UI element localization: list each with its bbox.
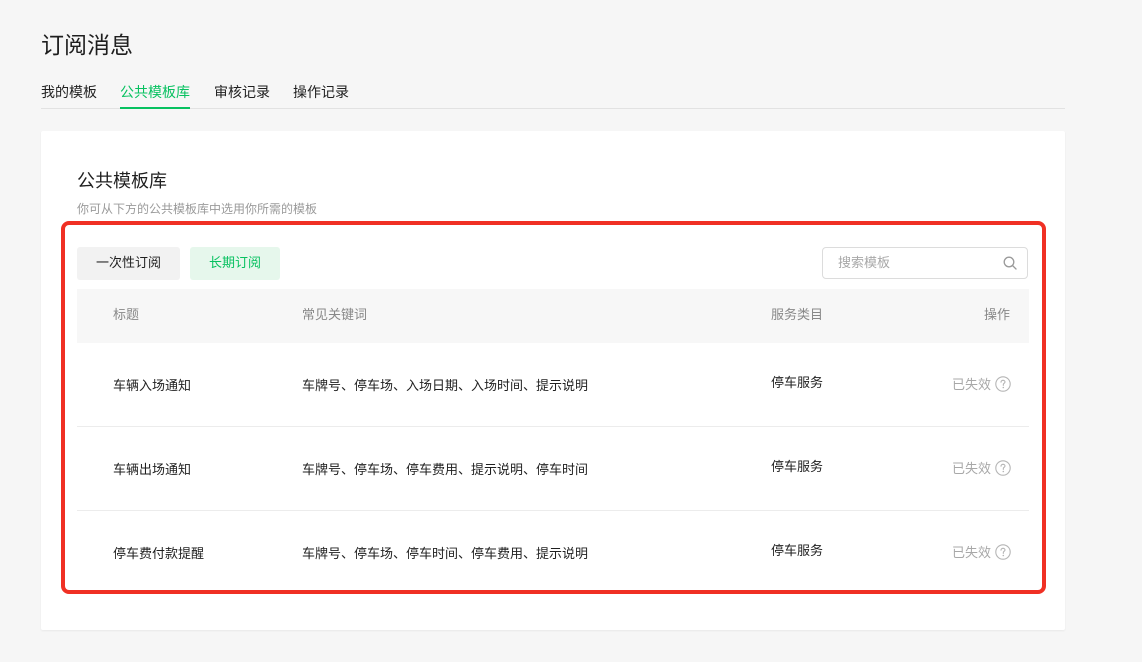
row-title: 车辆入场通知 xyxy=(113,379,192,394)
row-category: 停车服务 xyxy=(771,460,824,475)
row-category: 停车服务 xyxy=(771,376,824,391)
question-circle-icon[interactable] xyxy=(995,459,1011,476)
row-keywords: 车牌号、停车场、停车费用、提示说明、停车时间 xyxy=(302,463,589,478)
tab-my-templates[interactable]: 我的模板 xyxy=(41,80,97,108)
table-header: 标题 常见关键词 服务类目 操作 xyxy=(77,289,1029,343)
page-title: 订阅消息 xyxy=(41,33,133,59)
table-row: 车辆出场通知 车牌号、停车场、停车费用、提示说明、停车时间 停车服务 已失效 xyxy=(77,427,1029,511)
row-action: 已失效 xyxy=(952,458,1011,477)
question-circle-icon[interactable] xyxy=(995,375,1011,392)
table-row: 车辆入场通知 车牌号、停车场、入场日期、入场时间、提示说明 停车服务 已失效 xyxy=(77,343,1029,427)
question-circle-icon[interactable] xyxy=(995,543,1011,560)
row-title: 停车费付款提醒 xyxy=(113,547,205,562)
tab-operation-records[interactable]: 操作记录 xyxy=(293,80,349,108)
header-keywords: 常见关键词 xyxy=(302,308,368,323)
tab-bar: 我的模板 公共模板库 审核记录 操作记录 xyxy=(41,80,1065,109)
search-box xyxy=(822,247,1028,279)
row-title: 车辆出场通知 xyxy=(113,463,192,478)
status-label: 已失效 xyxy=(951,462,991,477)
section-description: 你可从下方的公共模板库中选用你所需的模板 xyxy=(77,202,318,216)
section-title: 公共模板库 xyxy=(77,171,167,192)
long-term-subscription-button[interactable]: 长期订阅 xyxy=(190,247,281,280)
header-action: 操作 xyxy=(983,308,1010,323)
row-category: 停车服务 xyxy=(771,544,824,559)
tab-public-library[interactable]: 公共模板库 xyxy=(120,80,190,109)
row-keywords: 车牌号、停车场、停车时间、停车费用、提示说明 xyxy=(302,547,589,562)
row-action: 已失效 xyxy=(952,542,1011,561)
row-action: 已失效 xyxy=(952,374,1011,393)
once-subscription-button[interactable]: 一次性订阅 xyxy=(77,247,181,280)
header-category: 服务类目 xyxy=(771,308,824,323)
row-keywords: 车牌号、停车场、入场日期、入场时间、提示说明 xyxy=(302,379,589,394)
search-icon[interactable] xyxy=(1003,256,1017,270)
search-input[interactable] xyxy=(823,248,1008,278)
status-label: 已失效 xyxy=(951,546,991,561)
tab-review-records[interactable]: 审核记录 xyxy=(214,80,270,108)
header-title: 标题 xyxy=(113,308,140,323)
status-label: 已失效 xyxy=(951,378,991,393)
table-row: 停车费付款提醒 车牌号、停车场、停车时间、停车费用、提示说明 停车服务 已失效 xyxy=(77,511,1029,594)
library-card: 公共模板库 你可从下方的公共模板库中选用你所需的模板 一次性订阅 长期订阅 标题… xyxy=(41,131,1065,630)
